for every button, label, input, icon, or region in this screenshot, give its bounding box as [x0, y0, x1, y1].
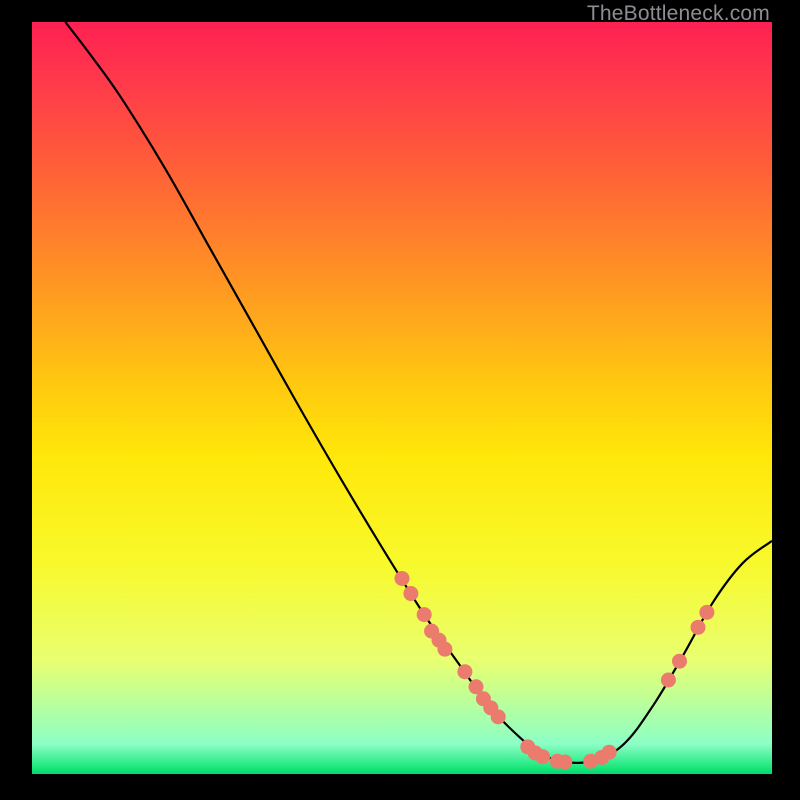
curve-line	[65, 22, 772, 763]
curve-point	[403, 586, 418, 601]
chart-svg	[32, 22, 772, 774]
watermark-label: TheBottleneck.com	[587, 2, 770, 26]
curve-point	[699, 605, 714, 620]
plot-area	[32, 22, 772, 774]
curve-point	[491, 709, 506, 724]
chart-container: TheBottleneck.com	[0, 0, 800, 800]
curve-point	[691, 620, 706, 635]
curve-points-group	[395, 571, 715, 769]
curve-point	[437, 642, 452, 657]
curve-point	[602, 745, 617, 760]
curve-point	[417, 607, 432, 622]
curve-point	[672, 654, 687, 669]
curve-point	[535, 749, 550, 764]
curve-point	[661, 673, 676, 688]
curve-point	[557, 754, 572, 769]
curve-point	[395, 571, 410, 586]
curve-point	[457, 664, 472, 679]
